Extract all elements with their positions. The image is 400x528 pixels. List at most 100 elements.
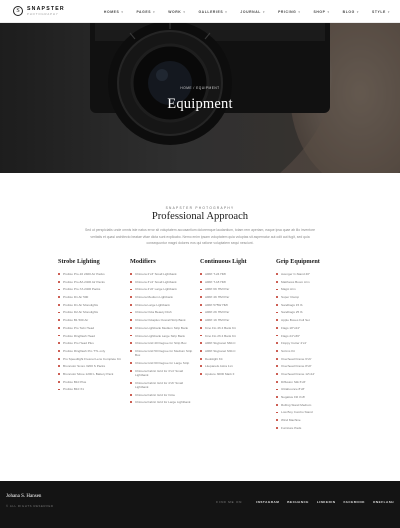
nav-label: WORK: [168, 9, 182, 14]
nav-item-journal[interactable]: JOURNAL ▾: [240, 10, 265, 14]
list-item: Chimera Fabric Grid for Large Lightbank: [130, 400, 194, 404]
social-link-linkedin[interactable]: LINKEDIN: [317, 500, 336, 504]
list-item: ARRI T-24 HMI: [200, 272, 264, 276]
chevron-down-icon: ▾: [153, 9, 156, 14]
column-strobe-lighting: Strobe Lighting Profoto Pro-10 2400 Air …: [58, 258, 122, 395]
list-item: Rolling Stand Medium: [276, 403, 340, 407]
list-item: Scrims Kit: [276, 349, 340, 353]
list-item: Chimera Octa Beauty Dish: [130, 310, 194, 314]
list-item: Kino Flo 2ft 4 Bank Kit: [200, 334, 264, 338]
list-item: Pro Speedlight Fresnel Lens Complete Kit: [58, 357, 122, 361]
column-continuous-light: Continuous Light ARRI T-24 HMI ARRI T-18 …: [200, 258, 264, 380]
column-title: Strobe Lighting: [58, 258, 100, 265]
nav-label: PRICING: [278, 9, 297, 14]
chevron-down-icon: ▾: [387, 9, 390, 14]
list-item: Profoto Pro-8A 2400 Air Packs: [58, 280, 122, 284]
main-nav: HOMES ▾ PAGES ▾ WORK ▾ GALLERIES ▾ JOURNAL ▾ …: [91, 0, 390, 23]
list-item: Dedolight Kit: [200, 357, 264, 361]
list-item: Chimera Grid 60 Degree for Large Strip: [130, 361, 194, 365]
chevron-down-icon: ▾: [262, 9, 266, 14]
list-item: Magic Arm: [276, 287, 340, 291]
list-item: Avenger C-Stand 40": [276, 272, 340, 276]
list-item: Profoto Pro-7A 2400 Packs: [58, 287, 122, 291]
list-item: Chimera Fabric Grid for 3'x4' Small Ligh…: [130, 369, 194, 378]
list-item: Overhead Frame 6'x6': [276, 357, 340, 361]
list-item: Kino Flo 4ft 4 Bank Kit: [200, 326, 264, 330]
list-item: Profoto Ringflash Head: [58, 334, 122, 338]
list-item: ARRI 575W HMI: [200, 303, 264, 307]
list-item: Profoto B10 Plus: [58, 380, 122, 384]
chevron-down-icon: ▾: [298, 9, 301, 14]
find-me-label: FIND ME ON: [216, 500, 243, 504]
list-item: Wind Machine: [276, 418, 340, 422]
nav-label: BLOG: [342, 9, 355, 14]
list-item: Sandbags 15 lb: [276, 303, 340, 307]
chevron-down-icon: ▾: [121, 9, 124, 14]
list-item: Profoto Ringflash Pro TTL only: [58, 349, 122, 353]
list-item: Profoto Pro-10 2400 Air Packs: [58, 272, 122, 276]
list-item: Negative Fill 4'x8': [276, 395, 340, 399]
footer-social-links: FIND ME ON INSTAGRAM BECHANCE LINKEDIN F…: [216, 500, 394, 504]
list-item: ARRI 1K HMI Par: [200, 318, 264, 322]
section-title: Professional Approach: [151, 211, 249, 222]
breadcrumb[interactable]: HOME / EQUIPMENT: [0, 86, 400, 90]
chevron-down-icon: ▾: [225, 9, 228, 14]
list-item: ARRI Skypanel S30-C: [200, 349, 264, 353]
list-item: Chimera 4'x6' Large Lightbank: [130, 287, 194, 291]
nav-label: PAGES: [136, 9, 152, 14]
chevron-down-icon: ▾: [183, 9, 186, 14]
nav-item-style[interactable]: STYLE ▾: [372, 10, 390, 14]
social-link-oneflash[interactable]: ONEFLASH: [373, 500, 394, 504]
nav-label: JOURNAL: [240, 9, 261, 14]
nav-label: SHOP: [313, 9, 326, 14]
nav-item-work[interactable]: WORK ▾: [168, 10, 185, 14]
list-item: ARRI 2K HMI Par: [200, 310, 264, 314]
nav-item-galleries[interactable]: GALLERIES ▾: [198, 10, 227, 14]
list-item: Broncolor Scoro 3200 S Packs: [58, 364, 122, 368]
column-modifiers: Modifiers Chimera 2'x3' Small Lightbank C…: [130, 258, 194, 408]
column-title: Modifiers: [130, 258, 156, 265]
nav-item-pricing[interactable]: PRICING ▾: [278, 10, 300, 14]
equipment-columns: Strobe Lighting Profoto Pro-10 2400 Air …: [58, 258, 348, 448]
site-footer: Johana S. Hansen © ALL RIGHTS RESERVED F…: [0, 481, 400, 528]
list-item: Apple Boxes Full Set: [276, 318, 340, 322]
logo-mark: S: [13, 6, 23, 16]
list-item: Super Clamp: [276, 295, 340, 299]
site-header: S SNAPSTER PHOTOGRAPHY HOMES ▾ PAGES ▾ WOR…: [0, 0, 400, 23]
list-item: Chimera Octaplus Overall Strip Bank: [130, 318, 194, 322]
list-item: Profoto D1 Air 500: [58, 295, 122, 299]
intro-paragraph: Sed ut perspiciatis unde omnis iste natu…: [85, 228, 315, 246]
list-item: Chimera Medium Lightbank: [130, 295, 194, 299]
nav-label: GALLERIES: [198, 9, 224, 14]
social-link-instagram[interactable]: INSTAGRAM: [256, 500, 279, 504]
list-item: ARRI Skypanel S60-C: [200, 341, 264, 345]
list-item: Chimera Lightbank Large Strip Bank: [130, 334, 194, 338]
chevron-down-icon: ▾: [356, 9, 359, 14]
chevron-down-icon: ▾: [327, 9, 330, 14]
list-item: Profoto B10 X1: [58, 387, 122, 391]
logo[interactable]: S SNAPSTER PHOTOGRAPHY: [13, 6, 65, 16]
nav-item-blog[interactable]: BLOG ▾: [343, 10, 359, 14]
list-item: Overhead Frame 8'x8': [276, 364, 340, 368]
social-link-facebook[interactable]: FACEBOOK: [343, 500, 365, 504]
list-item: Flags 24"x36": [276, 334, 340, 338]
equipment-list: ARRI T-24 HMI ARRI T-18 HMI ARRI 6K HMI Pa…: [200, 272, 264, 376]
list-item: Sandbags 25 lb: [276, 310, 340, 314]
column-title: Grip Equipment: [276, 258, 320, 265]
list-item: Profoto B1 500 Air: [58, 318, 122, 322]
list-item: Overhead Frame 12'x12': [276, 372, 340, 376]
logo-text: SNAPSTER PHOTOGRAPHY: [27, 6, 65, 16]
equipment-list: Chimera 2'x3' Small Lightbank Chimera 3'x…: [130, 272, 194, 405]
list-item: Chimera Large Lightbank: [130, 303, 194, 307]
nav-label: STYLE: [371, 9, 386, 14]
nav-item-shop[interactable]: SHOP ▾: [314, 10, 330, 14]
social-link-bechance[interactable]: BECHANCE: [287, 500, 309, 504]
nav-label: HOMES: [103, 9, 120, 14]
page-title: Equipment: [167, 96, 233, 112]
nav-item-homes[interactable]: HOMES ▾: [104, 10, 124, 14]
list-item: Chimera 2'x3' Small Lightbank: [130, 272, 194, 276]
list-item: Profoto Pro Head Plus: [58, 341, 122, 345]
list-item: ARRI 6K HMI Par: [200, 287, 264, 291]
nav-item-pages[interactable]: PAGES ▾: [136, 10, 155, 14]
equipment-list: Profoto Pro-10 2400 Air Packs Profoto Pro…: [58, 272, 122, 392]
